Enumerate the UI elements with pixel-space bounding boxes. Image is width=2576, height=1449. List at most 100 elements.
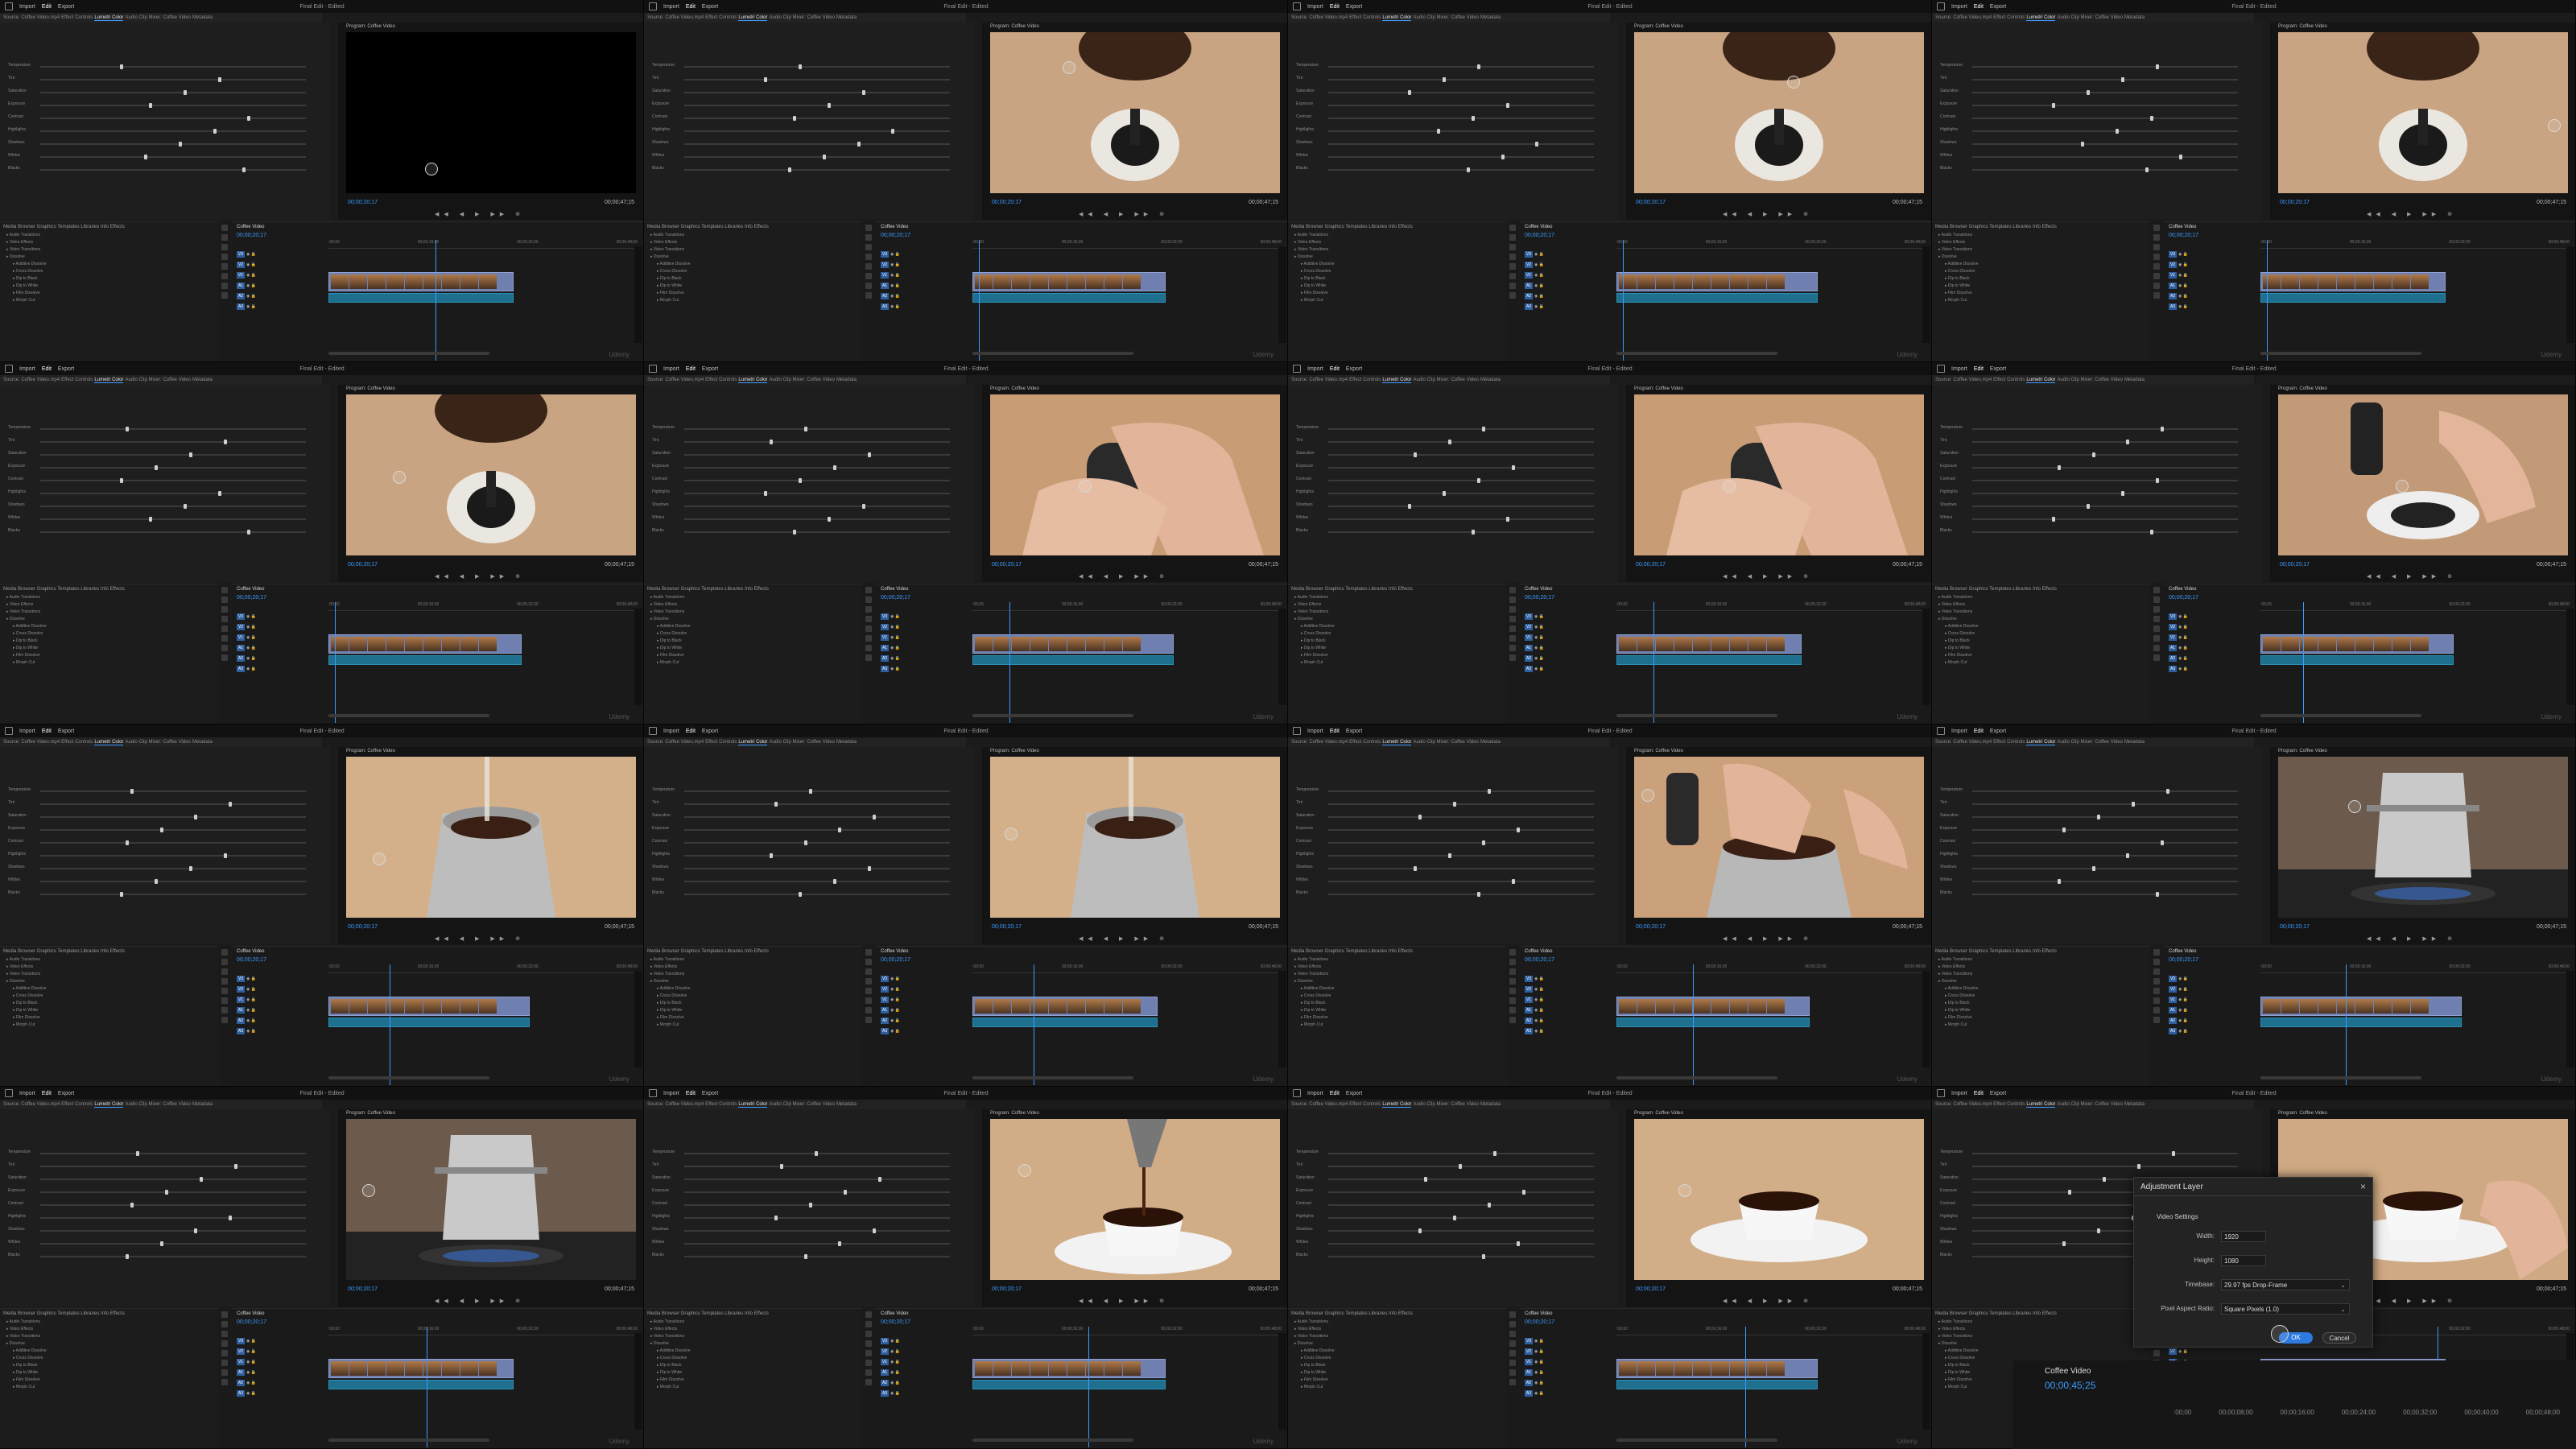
- track-header[interactable]: A2◉ 🔒: [881, 293, 969, 301]
- slider-track[interactable]: [1328, 103, 1594, 108]
- video-preview[interactable]: [990, 757, 1280, 918]
- slider-handle[interactable]: [1418, 815, 1422, 819]
- slider-handle[interactable]: [120, 478, 123, 483]
- effects-tree-item[interactable]: ▸ Dip to White: [1932, 645, 2149, 652]
- effects-tree-item[interactable]: ▸ Additive Dissolve: [644, 1348, 861, 1355]
- timeline-ruler[interactable]: :00;00 00;00;08;00 00;00;16;00 00;00;24;00 0…: [2174, 1409, 2560, 1418]
- slider-track[interactable]: [1328, 1241, 1594, 1246]
- effects-tree-item[interactable]: ▸ Audio Transitions: [1932, 956, 2149, 964]
- track-header[interactable]: V1◉ 🔒: [1525, 272, 1613, 280]
- track-select-icon[interactable]: [865, 1321, 872, 1327]
- slider-handle[interactable]: [891, 129, 895, 134]
- slider-handle[interactable]: [159, 828, 163, 832]
- slip-tool-icon[interactable]: [1509, 263, 1516, 270]
- slider-track[interactable]: [40, 478, 306, 483]
- slider-track[interactable]: [40, 452, 306, 457]
- track-header[interactable]: A3◉ 🔒: [2169, 1028, 2257, 1036]
- panel-tab[interactable]: Effect Controls: [1993, 378, 2025, 382]
- slider-track[interactable]: [1328, 77, 1594, 82]
- panel-tab[interactable]: Metadata: [192, 378, 213, 382]
- transport-controls[interactable]: ◀◀ ◀ ▶ ▶▶ ⊕: [1079, 1298, 1169, 1304]
- slider-handle[interactable]: [143, 155, 147, 159]
- sequence-timecode[interactable]: 00;00;20;17: [2169, 957, 2198, 963]
- track-header[interactable]: V3◉ 🔒: [237, 613, 325, 621]
- slider-handle[interactable]: [130, 789, 134, 794]
- selection-tool-icon[interactable]: [865, 225, 872, 231]
- slider-handle[interactable]: [165, 1190, 169, 1195]
- effects-tree-item[interactable]: ▸ Audio Transitions: [1288, 956, 1505, 964]
- panel-tab[interactable]: Effect Controls: [1349, 378, 1381, 382]
- timeline-scrollbar[interactable]: [972, 1439, 1133, 1442]
- effects-tree-item[interactable]: ▸ Morph Cut: [644, 1022, 861, 1029]
- slider-track[interactable]: [40, 465, 306, 470]
- slider-track[interactable]: [1972, 840, 2238, 845]
- track-header[interactable]: V1◉ 🔒: [881, 272, 969, 280]
- panel-tab[interactable]: Effect Controls: [1993, 740, 2025, 745]
- track-header[interactable]: V2 ◉ 🔒: [237, 1348, 325, 1356]
- menu-item[interactable]: Import: [1951, 729, 1967, 734]
- playhead-timecode[interactable]: 00;00;20;17: [992, 1286, 1022, 1292]
- effects-tree-item[interactable]: ▸ Additive Dissolve: [1932, 985, 2149, 993]
- track-header[interactable]: A2◉ 🔒: [1525, 1018, 1613, 1026]
- panel-tab[interactable]: Lumetri Color: [738, 1102, 768, 1108]
- slider-track[interactable]: [1972, 167, 2238, 172]
- menu-item[interactable]: Export: [1346, 366, 1362, 372]
- track-header[interactable]: V3◉ 🔒: [2169, 613, 2257, 621]
- transport-controls[interactable]: ◀◀ ◀ ▶ ▶▶ ⊕: [1079, 211, 1169, 217]
- effects-tree-item[interactable]: ▸ Cross Dissolve: [644, 1355, 861, 1362]
- track-header[interactable]: A3◉ 🔒: [2169, 666, 2257, 674]
- slider-track[interactable]: [684, 1203, 950, 1208]
- track-header[interactable]: A1◉ 🔒: [1525, 1369, 1613, 1377]
- menu-item[interactable]: Import: [19, 366, 35, 372]
- slider-track[interactable]: [1328, 517, 1594, 522]
- timeline-ruler[interactable]: :00;0000;00;16;0000;00;32;0000;00;48;00: [1616, 1327, 1926, 1335]
- selection-tool-icon[interactable]: [1509, 587, 1516, 593]
- menu-item[interactable]: Export: [1990, 729, 2006, 734]
- slider-handle[interactable]: [1447, 853, 1451, 858]
- slider-handle[interactable]: [2136, 1164, 2140, 1169]
- audio-clip[interactable]: [2260, 655, 2454, 665]
- slider-track[interactable]: [684, 155, 950, 159]
- slider-handle[interactable]: [787, 167, 791, 172]
- ripple-edit-icon[interactable]: [221, 244, 228, 250]
- menu-item[interactable]: Export: [702, 729, 718, 734]
- panel-tab[interactable]: Lumetri Color: [2026, 378, 2056, 383]
- razor-tool-icon[interactable]: [1509, 254, 1516, 260]
- slider-track[interactable]: [684, 103, 950, 108]
- effects-tree-item[interactable]: ▸ Dissolve: [1932, 1340, 2149, 1348]
- effects-tree-item[interactable]: ▸ Video Effects: [1288, 601, 1505, 609]
- effects-tree-item[interactable]: ▸ Morph Cut: [644, 659, 861, 667]
- timeline-ruler[interactable]: :00;0000;00;16;0000;00;32;0000;00;48;00: [2260, 602, 2570, 611]
- track-header[interactable]: A1◉ 🔒: [881, 645, 969, 653]
- panel-tab[interactable]: Effect Controls: [61, 1102, 93, 1107]
- effects-tree-item[interactable]: ▸ Additive Dissolve: [1932, 623, 2149, 630]
- panel-tab[interactable]: Metadata: [2124, 1102, 2145, 1107]
- menu-item[interactable]: Edit: [42, 729, 52, 734]
- timeline-scrollbar[interactable]: [328, 714, 489, 717]
- hand-tool-icon[interactable]: [865, 1369, 872, 1376]
- slider-track[interactable]: [684, 1177, 950, 1182]
- effects-tree-item[interactable]: ▸ Video Transitions: [1932, 246, 2149, 254]
- panel-tab[interactable]: Source: Coffee Video.mp4: [1291, 15, 1348, 20]
- panel-tab[interactable]: Audio Clip Mixer: Coffee Video: [125, 740, 191, 745]
- slider-handle[interactable]: [247, 530, 251, 535]
- menu-item[interactable]: Export: [702, 1091, 718, 1096]
- slider-handle[interactable]: [1458, 1164, 1462, 1169]
- razor-tool-icon[interactable]: [865, 254, 872, 260]
- playhead[interactable]: [1693, 964, 1694, 1085]
- selection-tool-icon[interactable]: [221, 587, 228, 593]
- playhead-timecode[interactable]: 00;00;20;17: [348, 562, 378, 568]
- effects-tree-item[interactable]: ▸ Dip to Black: [1932, 275, 2149, 283]
- slider-track[interactable]: [1972, 90, 2238, 95]
- type-tool-icon[interactable]: [865, 1379, 872, 1385]
- track-header[interactable]: V2 ◉ 🔒: [2169, 262, 2257, 270]
- slider-handle[interactable]: [873, 1228, 877, 1233]
- slider-track[interactable]: [40, 1228, 306, 1233]
- slider-track[interactable]: [1972, 892, 2238, 897]
- playhead-timecode[interactable]: 00;00;20;17: [1636, 1286, 1666, 1292]
- effects-tree-item[interactable]: ▸ Dip to Black: [0, 638, 217, 645]
- ripple-edit-icon[interactable]: [1509, 968, 1516, 975]
- playhead-timecode[interactable]: 00;00;20;17: [2280, 200, 2310, 205]
- slider-handle[interactable]: [1466, 167, 1470, 172]
- slider-handle[interactable]: [184, 90, 188, 95]
